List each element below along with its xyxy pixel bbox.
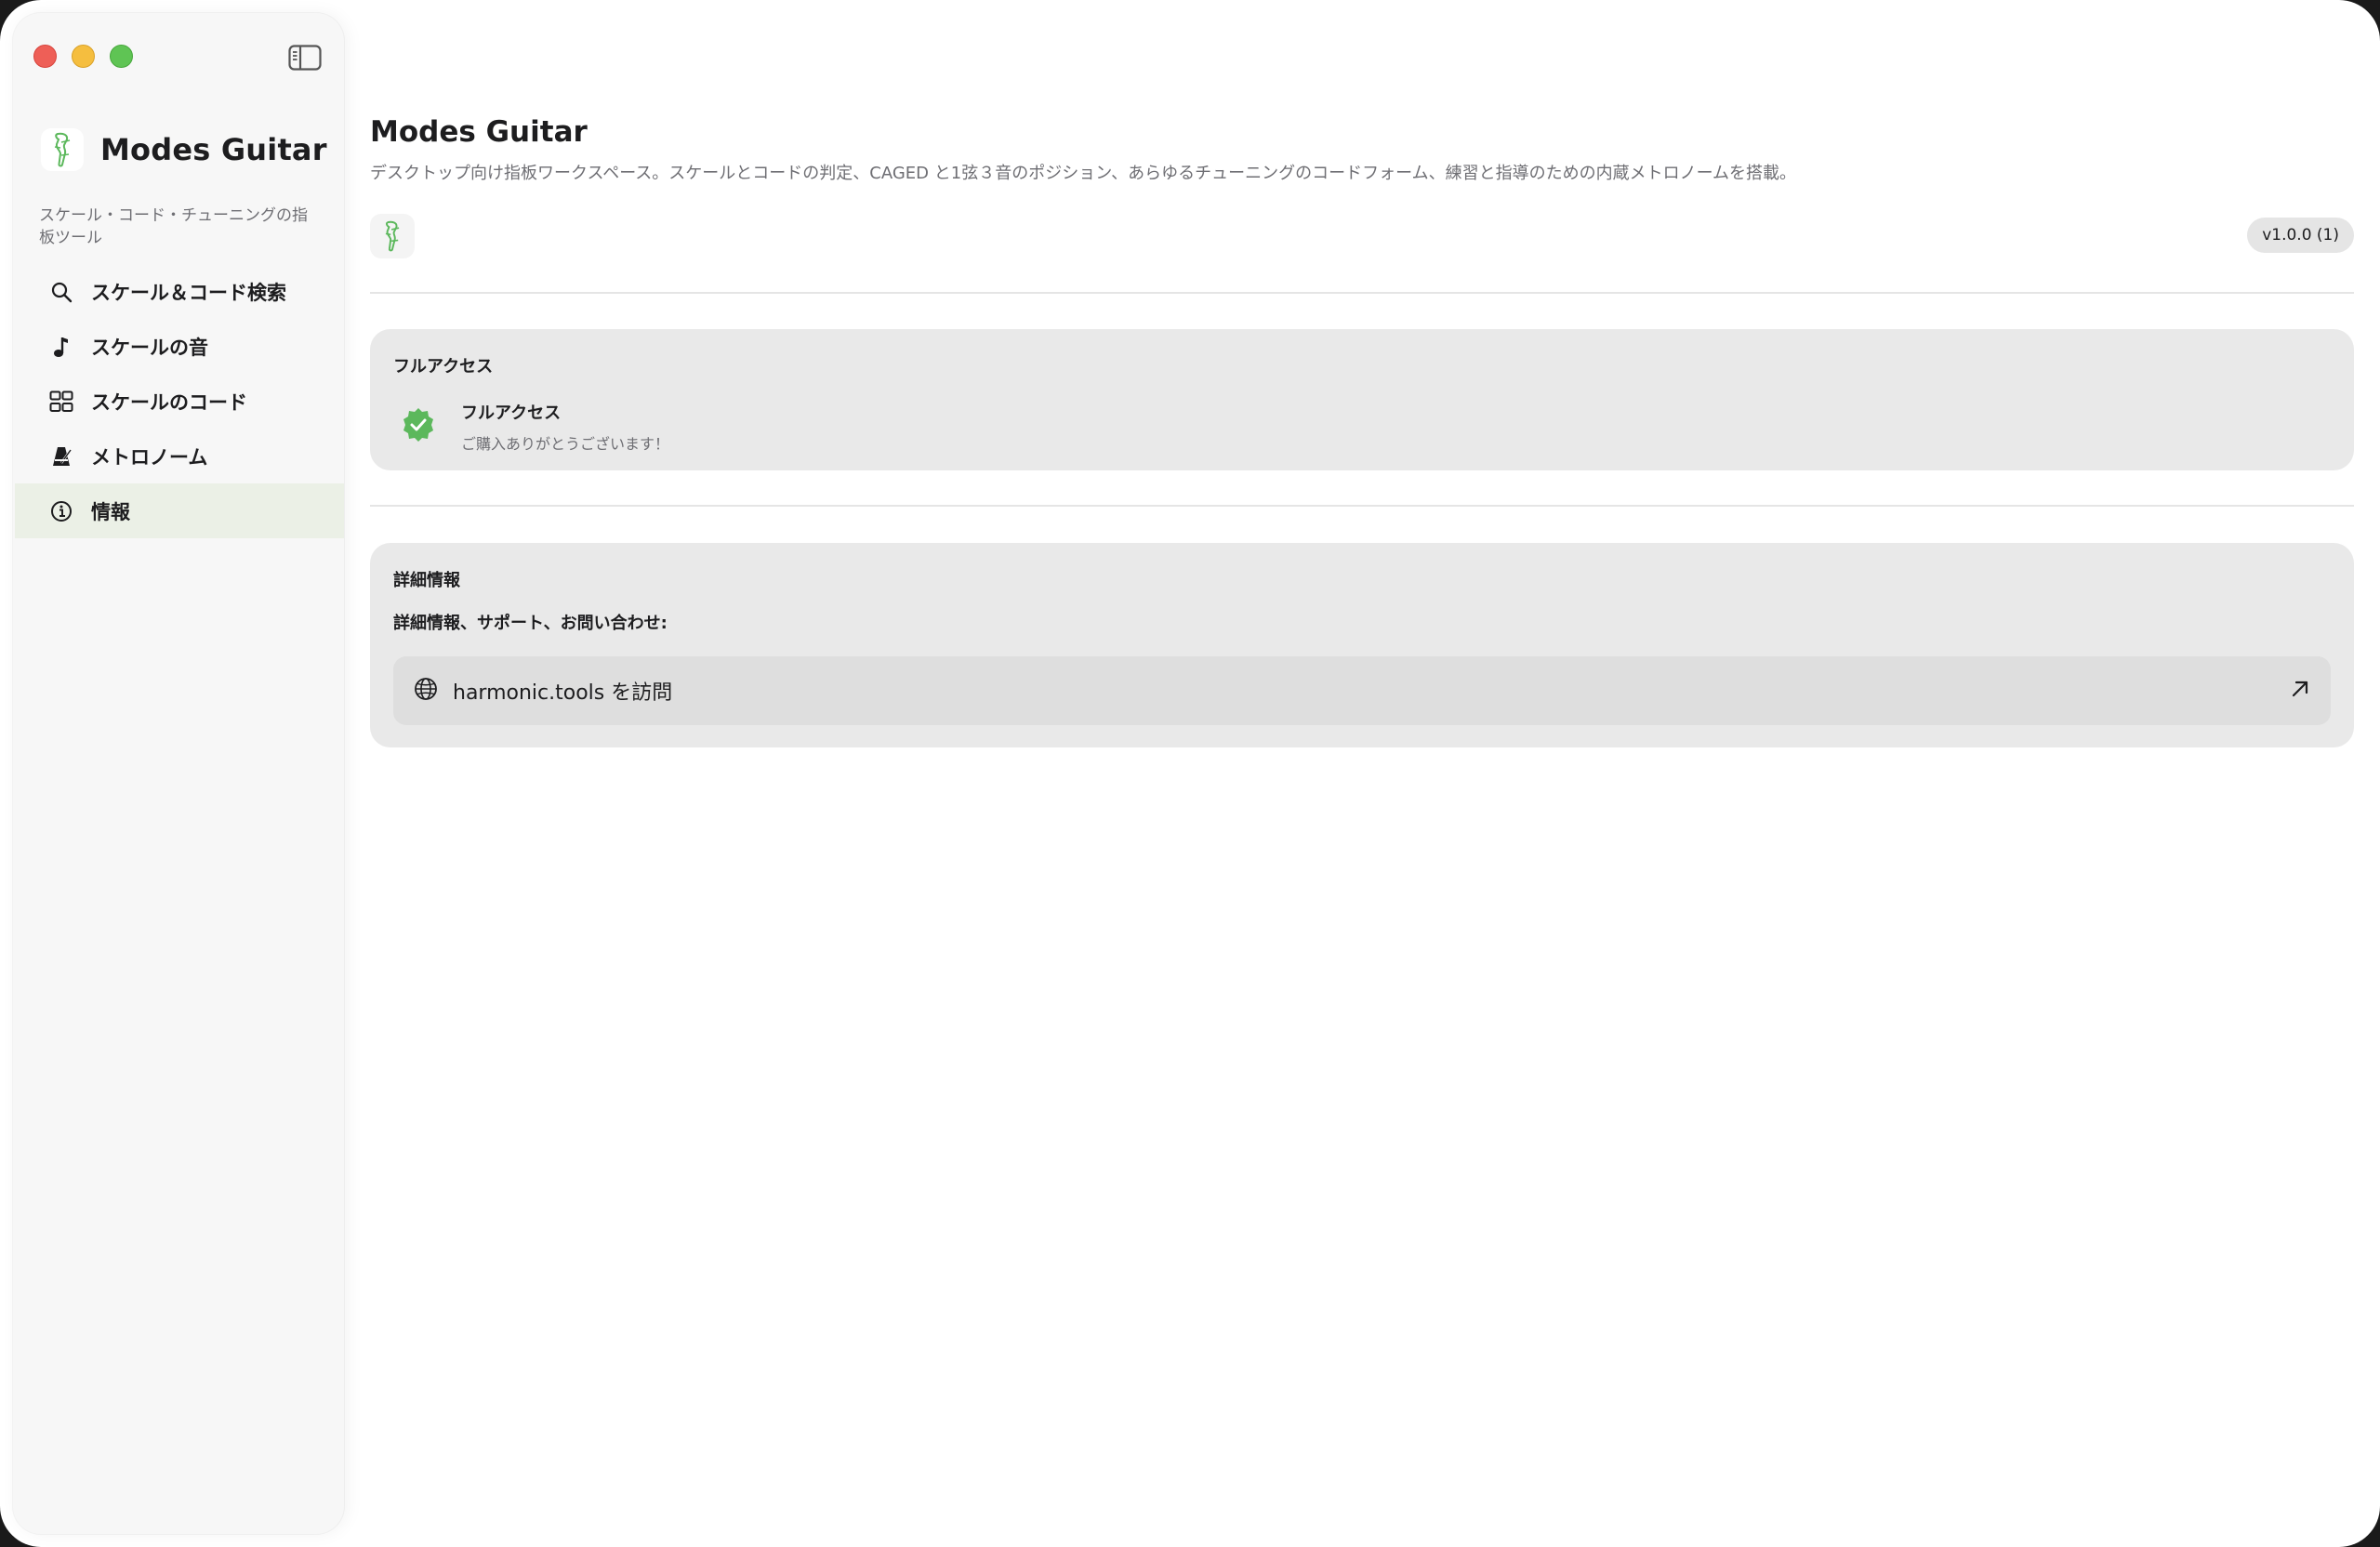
sidebar-nav: スケール＆コード検索 スケールの音 スケールのコード メトロノーム 情報: [15, 264, 344, 538]
divider: [370, 292, 2354, 294]
brand: Modes Guitar: [41, 128, 327, 171]
card-title: フルアクセス: [393, 357, 494, 377]
access-status-row: フルアクセス ご購入ありがとうございます！: [400, 400, 669, 454]
details-text: 詳細情報、サポート、お問い合わせ:: [393, 614, 668, 633]
app-window: Modes Guitar スケール・コード・チューニングの指板ツール スケール＆…: [0, 0, 2380, 1547]
sidebar-item-label: メトロノーム: [91, 445, 208, 469]
guitar-headstock-icon: [41, 128, 84, 171]
close-window-button[interactable]: [33, 45, 57, 68]
info-icon: [48, 498, 74, 524]
version-badge: v1.0.0 (1): [2247, 218, 2354, 253]
music-note-icon: [48, 334, 74, 360]
sidebar-item-label: スケール＆コード検索: [91, 281, 286, 304]
window-controls: [33, 45, 133, 68]
access-status-label: フルアクセス: [461, 403, 562, 423]
sidebar-item-scale-notes[interactable]: スケールの音: [15, 319, 344, 374]
purchase-thanks-text: ご購入ありがとうございます！: [461, 435, 670, 453]
sidebar-item-metronome[interactable]: メトロノーム: [15, 429, 344, 483]
app-icon: [370, 214, 415, 258]
full-access-card: フルアクセス フルアクセス ご購入ありがとうございます！: [370, 329, 2354, 470]
verified-badge-icon: [400, 406, 437, 447]
page-title: Modes Guitar: [370, 115, 588, 149]
zoom-window-button[interactable]: [110, 45, 133, 68]
visit-website-link[interactable]: harmonic.tools を訪問: [393, 656, 2331, 725]
minimize-window-button[interactable]: [72, 45, 95, 68]
sidebar-item-scale-chords[interactable]: スケールのコード: [15, 374, 344, 429]
page-description: デスクトップ向け指板ワークスペース。スケールとコードの判定、CAGED と1弦３…: [370, 164, 1797, 183]
search-icon: [48, 279, 74, 305]
card-title: 詳細情報: [393, 571, 460, 590]
grid-icon: [48, 389, 74, 415]
globe-icon: [414, 677, 438, 705]
sidebar-item-label: 情報: [91, 500, 130, 523]
arrow-up-right-icon: [2290, 679, 2310, 703]
details-card: 詳細情報 詳細情報、サポート、お問い合わせ: harmonic.tools を訪…: [370, 543, 2354, 747]
metronome-icon: [48, 443, 74, 469]
divider: [370, 505, 2354, 507]
visit-website-label: harmonic.tools を訪問: [453, 681, 673, 705]
sidebar-item-search[interactable]: スケール＆コード検索: [15, 264, 344, 319]
sidebar-item-label: スケールのコード: [91, 390, 247, 414]
sidebar: Modes Guitar スケール・コード・チューニングの指板ツール スケール＆…: [13, 13, 344, 1534]
sidebar-item-info[interactable]: 情報: [15, 483, 344, 538]
brand-name: Modes Guitar: [100, 132, 327, 167]
sidebar-toggle-icon[interactable]: [288, 45, 322, 71]
sidebar-item-label: スケールの音: [91, 336, 208, 359]
brand-subtitle: スケール・コード・チューニングの指板ツール: [39, 206, 308, 247]
